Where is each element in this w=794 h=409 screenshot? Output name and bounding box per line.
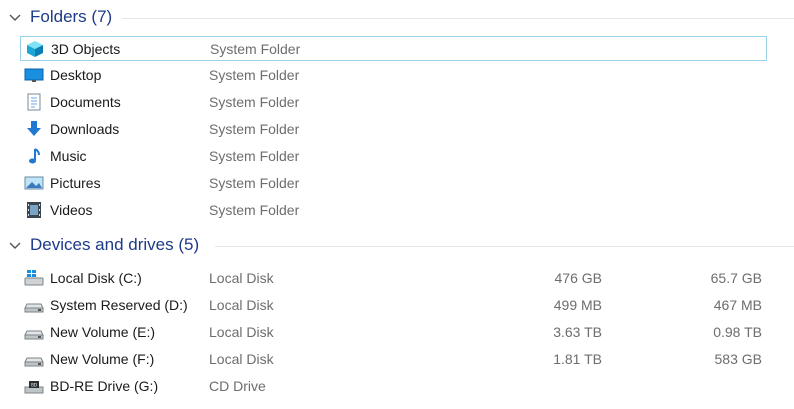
item-name: New Volume (F:): [50, 351, 155, 367]
item-type: System Folder: [209, 202, 300, 218]
item-type: System Folder: [210, 41, 301, 57]
drive-row-g[interactable]: BD BD-RE Drive (G:) CD Drive: [20, 374, 767, 399]
item-type: System Folder: [209, 121, 300, 137]
pictures-icon: [24, 174, 44, 192]
folder-row-videos[interactable]: Videos System Folder: [20, 198, 767, 223]
documents-icon: [24, 93, 44, 111]
optical-drive-icon: BD: [24, 377, 44, 395]
item-name: Videos: [50, 202, 93, 218]
3d-objects-icon: [25, 40, 45, 58]
item-name: System Reserved (D:): [50, 297, 188, 313]
windows-drive-icon: [24, 269, 44, 287]
drive-row-f[interactable]: New Volume (F:) Local Disk 1.81 TB 583 G…: [20, 347, 767, 372]
group-header-folders[interactable]: Folders (7): [0, 5, 794, 31]
free-space: 467 MB: [713, 297, 762, 313]
item-name: Pictures: [50, 175, 101, 191]
folder-row-desktop[interactable]: Desktop System Folder: [20, 63, 767, 88]
item-name: Local Disk (C:): [50, 270, 142, 286]
drive-row-d[interactable]: System Reserved (D:) Local Disk 499 MB 4…: [20, 293, 767, 318]
item-type: System Folder: [209, 94, 300, 110]
total-size: 476 GB: [554, 270, 602, 286]
folder-row-documents[interactable]: Documents System Folder: [20, 90, 767, 115]
music-icon: [24, 147, 44, 165]
hard-drive-icon: [24, 296, 44, 314]
item-type: System Folder: [209, 67, 300, 83]
hard-drive-icon: [24, 323, 44, 341]
total-size: 3.63 TB: [553, 324, 602, 340]
folder-row-music[interactable]: Music System Folder: [20, 144, 767, 169]
item-type: Local Disk: [209, 270, 274, 286]
item-type: Local Disk: [209, 297, 274, 313]
total-size: 1.81 TB: [553, 351, 602, 367]
chevron-down-icon[interactable]: [8, 11, 22, 25]
hard-drive-icon: [24, 350, 44, 368]
item-type: System Folder: [209, 148, 300, 164]
item-name: Music: [50, 148, 87, 164]
free-space: 0.98 TB: [713, 324, 762, 340]
item-name: Desktop: [50, 67, 102, 83]
group-divider: [215, 246, 794, 247]
folder-row-3d-objects[interactable]: 3D Objects System Folder: [20, 36, 767, 61]
item-type: System Folder: [209, 175, 300, 191]
folder-row-pictures[interactable]: Pictures System Folder: [20, 171, 767, 196]
downloads-icon: [24, 120, 44, 138]
item-name: 3D Objects: [51, 41, 121, 57]
desktop-icon: [24, 66, 44, 84]
chevron-down-icon[interactable]: [8, 239, 22, 253]
total-size: 499 MB: [553, 297, 602, 313]
free-space: 583 GB: [714, 351, 762, 367]
group-divider: [122, 18, 794, 19]
group-title-drives: Devices and drives (5): [30, 235, 200, 254]
item-type: Local Disk: [209, 351, 274, 367]
item-name: Documents: [50, 94, 121, 110]
group-title-folders: Folders (7): [30, 7, 113, 26]
drive-row-c[interactable]: Local Disk (C:) Local Disk 476 GB 65.7 G…: [20, 266, 767, 291]
item-name: New Volume (E:): [50, 324, 156, 340]
item-name: BD-RE Drive (G:): [50, 378, 159, 394]
item-type: Local Disk: [209, 324, 274, 340]
item-type: CD Drive: [209, 378, 266, 394]
drive-row-e[interactable]: New Volume (E:) Local Disk 3.63 TB 0.98 …: [20, 320, 767, 345]
folder-row-downloads[interactable]: Downloads System Folder: [20, 117, 767, 142]
item-name: Downloads: [50, 121, 120, 137]
svg-text:BD: BD: [31, 383, 37, 388]
videos-icon: [24, 201, 44, 219]
free-space: 65.7 GB: [710, 270, 762, 286]
group-header-drives[interactable]: Devices and drives (5): [0, 233, 794, 259]
